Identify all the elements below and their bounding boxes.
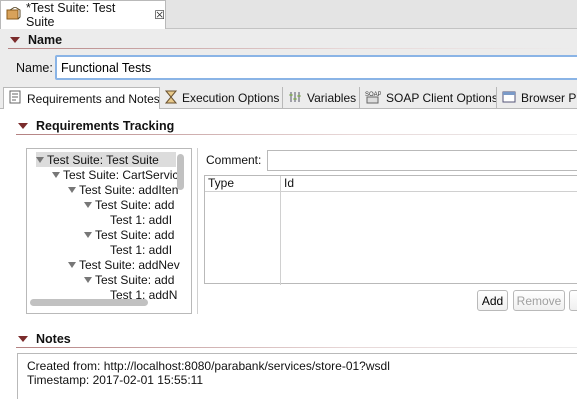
- partial-button[interactable]: [569, 290, 577, 311]
- notes-line: Timestamp: 2017-02-01 15:55:11: [27, 373, 204, 387]
- requirements-heading: Requirements Tracking: [36, 119, 175, 133]
- expand-arrow-icon[interactable]: [84, 276, 92, 283]
- suite-tree[interactable]: Test Suite: Test Suite Test Suite: CartS…: [26, 148, 192, 314]
- expand-arrow-icon[interactable]: [68, 261, 76, 268]
- tab-label: Variables: [307, 91, 357, 105]
- notes-textarea[interactable]: Created from: http://localhost:8080/para…: [17, 353, 577, 399]
- tree-item[interactable]: Test Suite: addNev: [68, 257, 180, 272]
- notes-heading: Notes: [36, 332, 71, 346]
- requirements-section-header[interactable]: Requirements Tracking: [18, 119, 174, 133]
- tree-item[interactable]: Test Suite: Test Suite: [36, 152, 176, 167]
- notes-section-header[interactable]: Notes: [18, 332, 71, 346]
- editor-tabs: Requirements and Notes Execution Options…: [0, 87, 577, 110]
- notes-icon: [8, 90, 22, 107]
- add-button[interactable]: Add: [477, 290, 508, 311]
- requirements-table[interactable]: Type Id: [204, 175, 577, 285]
- tree-horizontal-scrollbar[interactable]: [30, 299, 148, 306]
- tree-item[interactable]: Test 1: addI: [110, 212, 172, 227]
- tab-label: Requirements and Notes: [27, 91, 160, 106]
- tab-soap-client-options[interactable]: SOAP SOAP Client Options: [361, 87, 497, 109]
- remove-button[interactable]: Remove: [513, 290, 565, 311]
- browser-icon: [502, 90, 516, 107]
- table-header: Type Id: [205, 176, 577, 192]
- name-section-heading: Name: [28, 33, 63, 47]
- column-divider: [280, 176, 281, 285]
- collapse-triangle-icon[interactable]: [18, 123, 28, 129]
- tree-vertical-scrollbar[interactable]: [177, 154, 184, 190]
- tab-execution-options[interactable]: Execution Options: [161, 87, 283, 109]
- collapse-triangle-icon[interactable]: [18, 336, 28, 342]
- tree-item[interactable]: Test 1: addI: [110, 242, 172, 257]
- tab-label: Execution Options: [182, 91, 280, 105]
- expand-arrow-icon[interactable]: [84, 231, 92, 238]
- tab-requirements-and-notes[interactable]: Requirements and Notes: [3, 87, 160, 110]
- suite-icon: [6, 5, 22, 24]
- editor-tab-test-suite[interactable]: *Test Suite: Test Suite ☒: [0, 0, 166, 29]
- tab-label: SOAP Client Options: [386, 91, 497, 105]
- section-divider: [16, 347, 577, 348]
- collapse-triangle-icon[interactable]: [10, 37, 20, 43]
- close-icon[interactable]: ☒: [154, 8, 165, 22]
- tree-item[interactable]: Test Suite: addIten: [68, 182, 178, 197]
- column-header-id[interactable]: Id: [281, 176, 294, 191]
- name-input[interactable]: [55, 55, 577, 80]
- tab-browser-playback[interactable]: Browser Pl: [498, 87, 577, 109]
- tree-item[interactable]: Test Suite: add: [84, 197, 174, 212]
- tree-item[interactable]: Test Suite: add: [84, 227, 174, 242]
- name-label: Name:: [16, 61, 53, 75]
- tab-variables[interactable]: Variables: [284, 87, 360, 109]
- splitter[interactable]: [197, 148, 198, 314]
- expand-arrow-icon[interactable]: [68, 186, 76, 193]
- notes-line: Created from: http://localhost:8080/para…: [27, 359, 390, 373]
- tree-item[interactable]: Test Suite: add: [84, 272, 174, 287]
- expand-arrow-icon[interactable]: [84, 201, 92, 208]
- tab-label: Browser Pl: [521, 91, 577, 105]
- hourglass-icon: [164, 90, 178, 107]
- comment-input[interactable]: [267, 150, 577, 171]
- variables-icon: [288, 90, 302, 107]
- name-section-header[interactable]: Name: [10, 33, 62, 47]
- editor-tab-title: *Test Suite: Test Suite: [26, 1, 116, 29]
- comment-label: Comment:: [206, 153, 262, 167]
- expand-arrow-icon[interactable]: [52, 171, 60, 178]
- expand-arrow-icon[interactable]: [36, 156, 44, 163]
- section-divider: [16, 134, 577, 135]
- section-divider: [8, 48, 577, 49]
- column-header-type[interactable]: Type: [205, 176, 281, 191]
- soap-icon: SOAP: [365, 90, 382, 107]
- tree-item[interactable]: Test Suite: CartServic: [52, 167, 178, 182]
